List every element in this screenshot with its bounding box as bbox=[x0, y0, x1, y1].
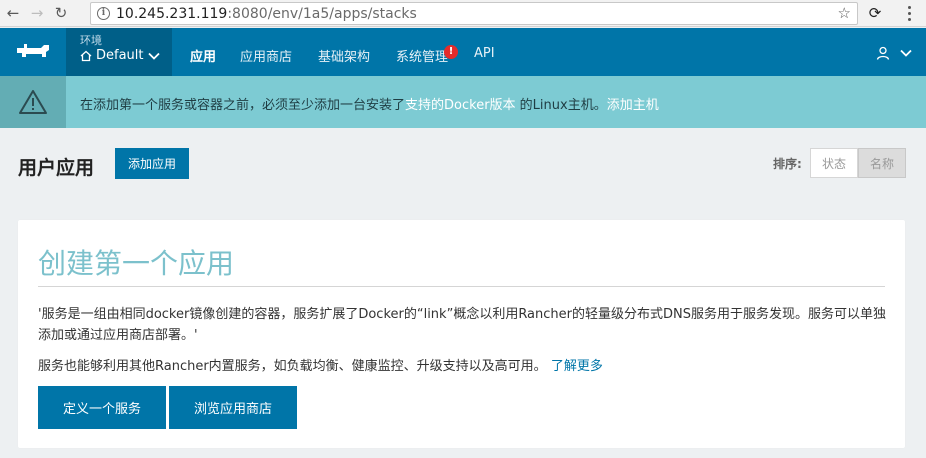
bookmark-star-icon[interactable]: ☆ bbox=[838, 4, 851, 22]
warning-icon bbox=[0, 76, 66, 128]
environment-label: 环境 bbox=[80, 34, 102, 47]
environment-value: Default bbox=[80, 48, 160, 63]
browser-toolbar: ← → ↻ i 10.245.231.119:8080/env/1a5/apps… bbox=[0, 0, 926, 27]
extension-icon[interactable]: ⟳ bbox=[866, 4, 884, 22]
user-icon[interactable] bbox=[876, 46, 890, 60]
sort-toggle-group: 状态 名称 bbox=[810, 148, 906, 178]
service-features-text: 服务也能够利用其他Rancher内置服务，如负载均衡、健康监控、升级支持以及高可… bbox=[38, 359, 603, 374]
learn-more-link[interactable]: 了解更多 bbox=[551, 359, 603, 374]
chevron-down-icon bbox=[147, 52, 160, 60]
nav-item-api[interactable]: API bbox=[474, 46, 495, 61]
forward-arrow-icon[interactable]: → bbox=[26, 2, 48, 24]
address-bar[interactable]: i 10.245.231.119:8080/env/1a5/apps/stack… bbox=[90, 2, 858, 25]
nav-item-apps[interactable]: 应用 bbox=[190, 46, 216, 65]
home-icon bbox=[80, 50, 92, 61]
back-arrow-icon[interactable]: ← bbox=[2, 2, 24, 24]
nav-item-infrastructure[interactable]: 基础架构 bbox=[318, 46, 370, 65]
reload-icon[interactable]: ↻ bbox=[50, 2, 72, 24]
sort-by-name-button[interactable]: 名称 bbox=[858, 148, 906, 178]
warning-banner: 在添加第一个服务或容器之前，必须至少添加一台安装了支持的Docker版本 的Li… bbox=[0, 76, 926, 128]
nav-item-admin[interactable]: 系统管理 bbox=[396, 46, 448, 65]
service-description: '服务是一组由相同docker镜像创建的容器，服务扩展了Docker的“link… bbox=[38, 307, 886, 343]
user-menu-chevron-icon[interactable] bbox=[900, 49, 912, 57]
divider bbox=[38, 286, 885, 287]
sort-by-state-button[interactable]: 状态 bbox=[810, 148, 858, 178]
rancher-logo-icon[interactable] bbox=[0, 28, 66, 76]
card-title: 创建第一个应用 bbox=[38, 247, 235, 280]
sort-label: 排序: bbox=[773, 157, 802, 171]
add-stack-button[interactable]: 添加应用 bbox=[115, 148, 189, 179]
app-header: 环境 Default 应用 应用商店 基础架构 系统管理 ! API bbox=[0, 28, 926, 76]
url-host: 10.245.231.119 bbox=[116, 5, 228, 22]
add-host-link[interactable]: 添加主机 bbox=[607, 98, 659, 113]
page-title: 用户应用 bbox=[18, 157, 95, 179]
admin-alert-badge: ! bbox=[444, 45, 458, 59]
environment-switcher[interactable]: 环境 Default bbox=[66, 28, 172, 76]
empty-state-card: 创建第一个应用 '服务是一组由相同docker镜像创建的容器，服务扩展了Dock… bbox=[18, 220, 905, 448]
warning-text: 在添加第一个服务或容器之前，必须至少添加一台安装了支持的Docker版本 的Li… bbox=[80, 98, 659, 113]
define-service-button[interactable]: 定义一个服务 bbox=[38, 386, 166, 429]
url-path: :8080/env/1a5/apps/stacks bbox=[227, 5, 417, 22]
nav-item-catalog[interactable]: 应用商店 bbox=[240, 46, 292, 65]
browse-catalog-button[interactable]: 浏览应用商店 bbox=[169, 386, 297, 429]
info-icon[interactable]: i bbox=[97, 7, 110, 20]
supported-docker-link[interactable]: 支持的Docker版本 bbox=[405, 98, 516, 113]
browser-menu-icon[interactable] bbox=[902, 4, 916, 22]
